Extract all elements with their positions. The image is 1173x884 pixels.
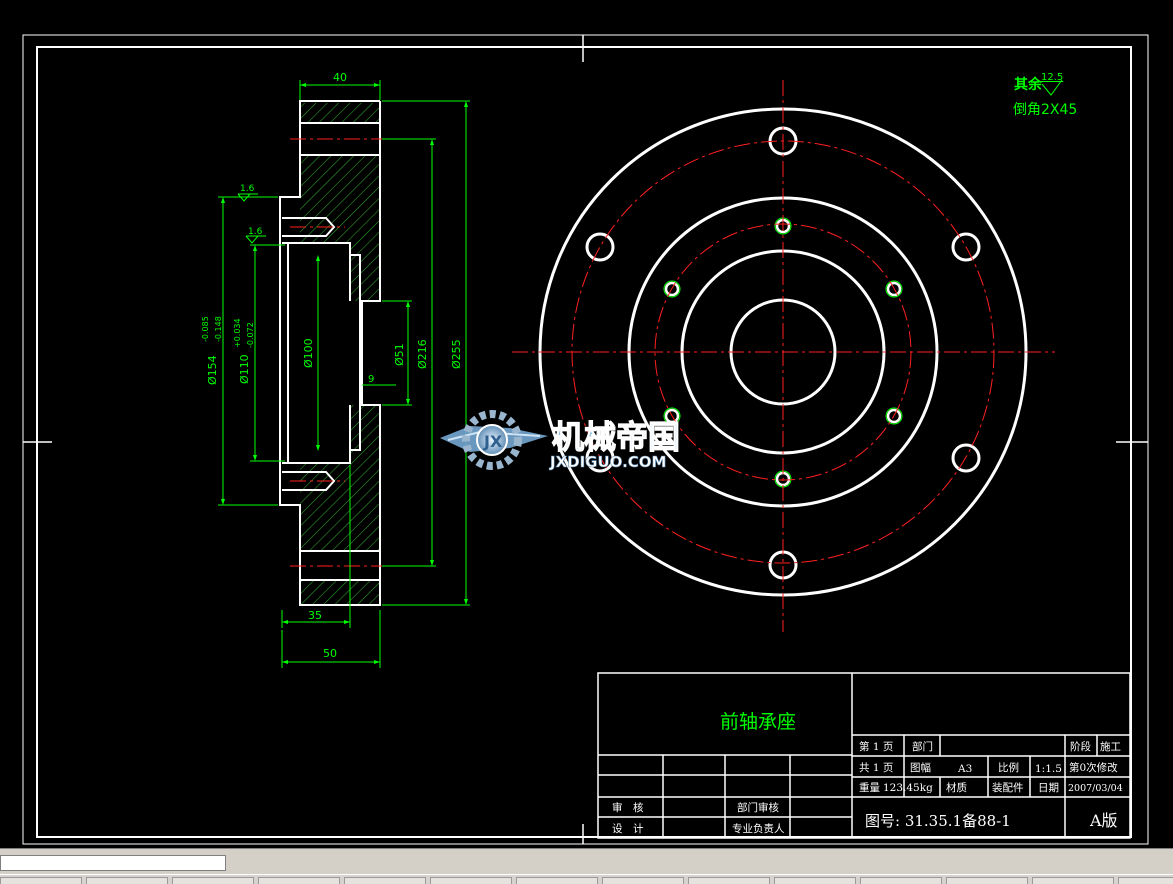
size-label: 图幅 (910, 761, 931, 774)
scale-label: 比例 (998, 761, 1019, 774)
command-input[interactable] (0, 855, 226, 871)
roughness-1-6-a: 1.6 (240, 184, 255, 194)
dim-phi154: Ø154 (206, 355, 219, 385)
dim-phi154-tol-upper: -0.085 (201, 316, 210, 342)
dim-35: 35 (308, 609, 322, 622)
date-label: 日期 (1038, 782, 1059, 794)
cad-drawing-canvas[interactable]: 40 35 50 9 1.6 1.6 Ø154 -0.085 -0.148 Ø1… (0, 0, 1173, 848)
dim-phi154-tol-lower: -0.148 (214, 316, 223, 342)
front-view (512, 80, 1055, 632)
watermark-url: JXDIGUO.COM (549, 453, 666, 471)
dim-phi110-tol-upper: +0.034 (233, 318, 242, 348)
sheet-number: 第 1 页 (859, 740, 893, 753)
roughness-1-6-b: 1.6 (248, 227, 263, 237)
part-name: 前轴承座 (720, 711, 796, 733)
stage-value: 施工 (1100, 740, 1121, 753)
dim-phi100: Ø100 (302, 338, 315, 368)
drawing-number: 图号: 31.35.1备88-1 (865, 812, 1011, 830)
chamfer-note: 倒角2X45 (1013, 102, 1077, 118)
design-label: 设 计 (612, 822, 644, 835)
material-value: 装配件 (992, 781, 1024, 794)
stage-label: 阶段 (1070, 740, 1092, 753)
dim-phi255: Ø255 (450, 339, 463, 369)
size-value: A3 (957, 763, 972, 775)
dim-phi110-tol-lower: -0.072 (246, 322, 255, 348)
roughness-note-label: 其余 (1014, 76, 1043, 93)
weight-label: 重量 (859, 781, 880, 794)
dim-phi51: Ø51 (393, 343, 406, 366)
date-value: 2007/03/04 (1068, 783, 1123, 794)
roughness-note-value: 12.5 (1041, 72, 1063, 83)
dim-phi216: Ø216 (416, 339, 429, 369)
review-label: 审 核 (612, 801, 644, 814)
version: A版 (1089, 811, 1118, 830)
dim-40: 40 (333, 71, 347, 84)
material-label: 材质 (946, 781, 967, 794)
scale-value: 1:1.5 (1035, 763, 1062, 775)
title-block (597, 672, 1131, 839)
weight-value: 123.45kg (883, 782, 933, 794)
chief-label: 专业负责人 (732, 822, 785, 835)
notes: 其余 12.5 倒角2X45 (1013, 72, 1077, 118)
dept-label: 部门 (912, 740, 933, 753)
dim-phi110: Ø110 (238, 354, 251, 384)
command-bar (0, 848, 1173, 875)
svg-text:JX: JX (483, 432, 503, 451)
revision: 第0次修改 (1069, 761, 1118, 774)
sheet-total: 共 1 页 (859, 762, 893, 774)
dim-50: 50 (323, 647, 337, 660)
dim-9: 9 (368, 374, 374, 385)
section-view (279, 100, 395, 606)
watermark-cn: 机械帝国 (552, 418, 680, 456)
dept-review-label: 部门审核 (737, 801, 779, 814)
watermark: JX 机械帝国 JXDIGUO.COM (440, 410, 681, 471)
